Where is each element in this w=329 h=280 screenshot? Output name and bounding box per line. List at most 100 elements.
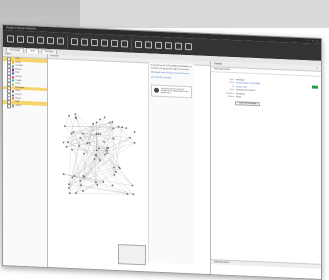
minimap[interactable] (118, 244, 146, 266)
ribbon-button[interactable] (17, 35, 24, 43)
ribbon-icon (135, 40, 142, 48)
filter-color-swatch (12, 97, 15, 100)
ribbon-button[interactable] (27, 35, 34, 44)
graph-node[interactable] (66, 141, 69, 144)
graph-edge (69, 193, 134, 195)
graph-node[interactable] (74, 116, 77, 119)
graph-edge (108, 147, 115, 168)
maximize-icon[interactable]: □ (312, 39, 314, 44)
app-window: Oxygen Forensic Detective – □ × Start pa… (2, 24, 322, 280)
graph-edge (106, 142, 135, 151)
popup-link-1[interactable]: Messages can be found in several devices… (151, 72, 192, 76)
graph-node[interactable] (71, 148, 73, 151)
popup-link-2[interactable]: Go to the list of people. (151, 76, 192, 80)
info-icon (154, 88, 159, 94)
graph-node[interactable] (95, 181, 97, 184)
graph-node[interactable] (103, 116, 106, 119)
close-icon[interactable]: × (317, 39, 318, 44)
ribbon-button[interactable] (121, 39, 128, 48)
filter-item[interactable]: Videos (3, 103, 47, 110)
graph-node[interactable] (113, 173, 116, 176)
ribbon-button[interactable] (7, 34, 14, 43)
link-graph[interactable] (48, 58, 148, 252)
graph-node[interactable] (81, 132, 84, 135)
ribbon-button[interactable] (81, 37, 88, 46)
filter-color-swatch (12, 94, 15, 97)
filter-color-swatch (12, 72, 15, 75)
graph-edge (93, 123, 97, 183)
graph-node[interactable] (98, 159, 101, 162)
minimize-icon[interactable]: – (308, 38, 309, 43)
graph-node[interactable] (82, 190, 84, 192)
ribbon-button[interactable] (185, 42, 192, 50)
graph-edge (82, 133, 100, 161)
graph-edge (112, 121, 135, 143)
ribbon-button[interactable] (57, 36, 64, 45)
graph-edge (80, 138, 128, 195)
graph-node[interactable] (133, 141, 136, 144)
graph-node[interactable] (97, 147, 100, 150)
ribbon-button[interactable] (91, 38, 98, 46)
ribbon-icon (37, 36, 44, 44)
ribbon-icon (27, 35, 34, 43)
graph-panel: Contacts Social Group ID 2173769888 1168… (48, 54, 211, 275)
info-popup: Social Group ID 2173769888 1168490984 is… (148, 62, 194, 265)
show-full-message-button[interactable]: Show full message (235, 101, 261, 107)
graph-edge (103, 141, 121, 169)
close-panel-icon[interactable]: × (316, 66, 318, 71)
ribbon-button[interactable] (111, 39, 118, 47)
ribbon-icon (81, 37, 88, 46)
ribbon-button[interactable] (165, 41, 172, 50)
graph-node[interactable] (131, 184, 134, 187)
graph-node[interactable] (111, 184, 114, 187)
popup-note: Select the items to see the details of t… (151, 84, 192, 99)
graph-edge (99, 160, 134, 195)
graph-node[interactable] (79, 184, 82, 187)
graph-node[interactable] (132, 193, 135, 196)
ribbon-icon (145, 40, 152, 49)
graph-node[interactable] (62, 141, 65, 144)
graph-node[interactable] (86, 142, 89, 145)
graph-node[interactable] (68, 114, 71, 117)
graph-node[interactable] (113, 166, 115, 169)
status-badge (312, 85, 318, 89)
graph-node[interactable] (63, 125, 66, 127)
filter-color-swatch (12, 76, 15, 79)
graph-node[interactable] (72, 131, 75, 133)
ribbon-button[interactable] (145, 40, 152, 49)
filter-checkbox[interactable] (7, 103, 11, 108)
ribbon-button[interactable] (71, 37, 78, 46)
ribbon-icon (7, 34, 14, 43)
graph-node[interactable] (103, 140, 105, 143)
graph-node[interactable] (102, 180, 105, 183)
graph-node[interactable] (104, 153, 106, 156)
ribbon-button[interactable] (155, 41, 162, 49)
ribbon-button[interactable] (135, 40, 142, 48)
graph-node[interactable] (118, 166, 120, 169)
graph-node[interactable] (62, 173, 65, 176)
ribbon-button[interactable] (101, 38, 108, 47)
graph-node[interactable] (92, 122, 95, 125)
graph-node[interactable] (83, 152, 85, 155)
ribbon-separator (67, 35, 68, 48)
details-title: Details (214, 62, 222, 66)
graph-node[interactable] (111, 121, 114, 123)
ribbon-icon (175, 42, 182, 50)
graph-edge (118, 167, 133, 186)
ribbon-icon (165, 41, 172, 49)
graph-node[interactable] (95, 121, 98, 124)
graph-node[interactable] (65, 145, 68, 148)
ribbon-icon (91, 38, 98, 46)
ribbon-button[interactable] (37, 36, 44, 44)
graph-node[interactable] (74, 113, 77, 116)
graph-node[interactable] (78, 144, 81, 147)
filter-label: Videos (15, 104, 22, 107)
graph-node[interactable] (70, 132, 73, 135)
graph-node[interactable] (99, 118, 101, 121)
filter-color-swatch (12, 65, 15, 68)
graph-node[interactable] (115, 170, 117, 173)
ribbon-icon (155, 41, 162, 49)
filter-color-swatch (12, 68, 15, 72)
ribbon-button[interactable] (47, 36, 54, 44)
ribbon-button[interactable] (175, 42, 182, 50)
